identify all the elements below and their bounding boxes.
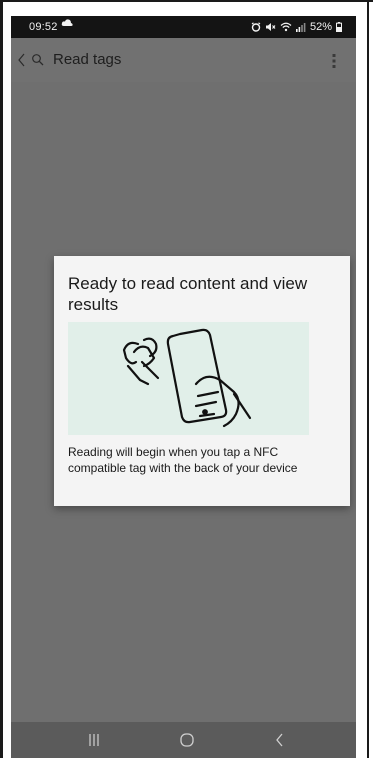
more-vertical-icon[interactable] — [329, 50, 339, 72]
wifi-icon — [280, 22, 292, 32]
battery-percentage: 52% — [309, 21, 332, 33]
back-icon[interactable] — [275, 732, 285, 748]
home-icon[interactable] — [179, 732, 195, 748]
page-title: Read tags — [53, 51, 122, 68]
frame-top-border — [0, 0, 373, 2]
navigation-bar — [11, 722, 356, 758]
frame-left-border — [0, 0, 3, 758]
back-chevron-icon[interactable] — [16, 51, 28, 69]
read-ready-dialog: Ready to read content and view results R… — [54, 256, 350, 506]
tap-nfc-illustration — [68, 322, 309, 435]
battery-icon — [336, 22, 342, 32]
screenshot-frame: 09:52 52% Read tags Ready to read conten… — [0, 0, 373, 758]
status-icons: 52% — [251, 21, 342, 33]
alarm-icon — [251, 22, 261, 32]
dialog-title: Ready to read content and view results — [68, 274, 308, 314]
phone-screen: 09:52 52% Read tags Ready to read conten… — [11, 16, 356, 758]
recents-icon[interactable] — [87, 732, 101, 748]
dialog-body: Reading will begin when you tap a NFC co… — [68, 445, 298, 475]
mute-icon — [265, 22, 276, 32]
status-bar: 09:52 52% — [11, 16, 356, 38]
search-icon[interactable] — [31, 53, 45, 67]
status-time: 09:52 — [29, 21, 58, 33]
app-bar: Read tags — [11, 38, 356, 82]
frame-right-border — [367, 0, 369, 758]
cloud-icon — [61, 18, 73, 31]
signal-icon — [295, 22, 306, 32]
phone-tap-icon — [122, 328, 252, 428]
